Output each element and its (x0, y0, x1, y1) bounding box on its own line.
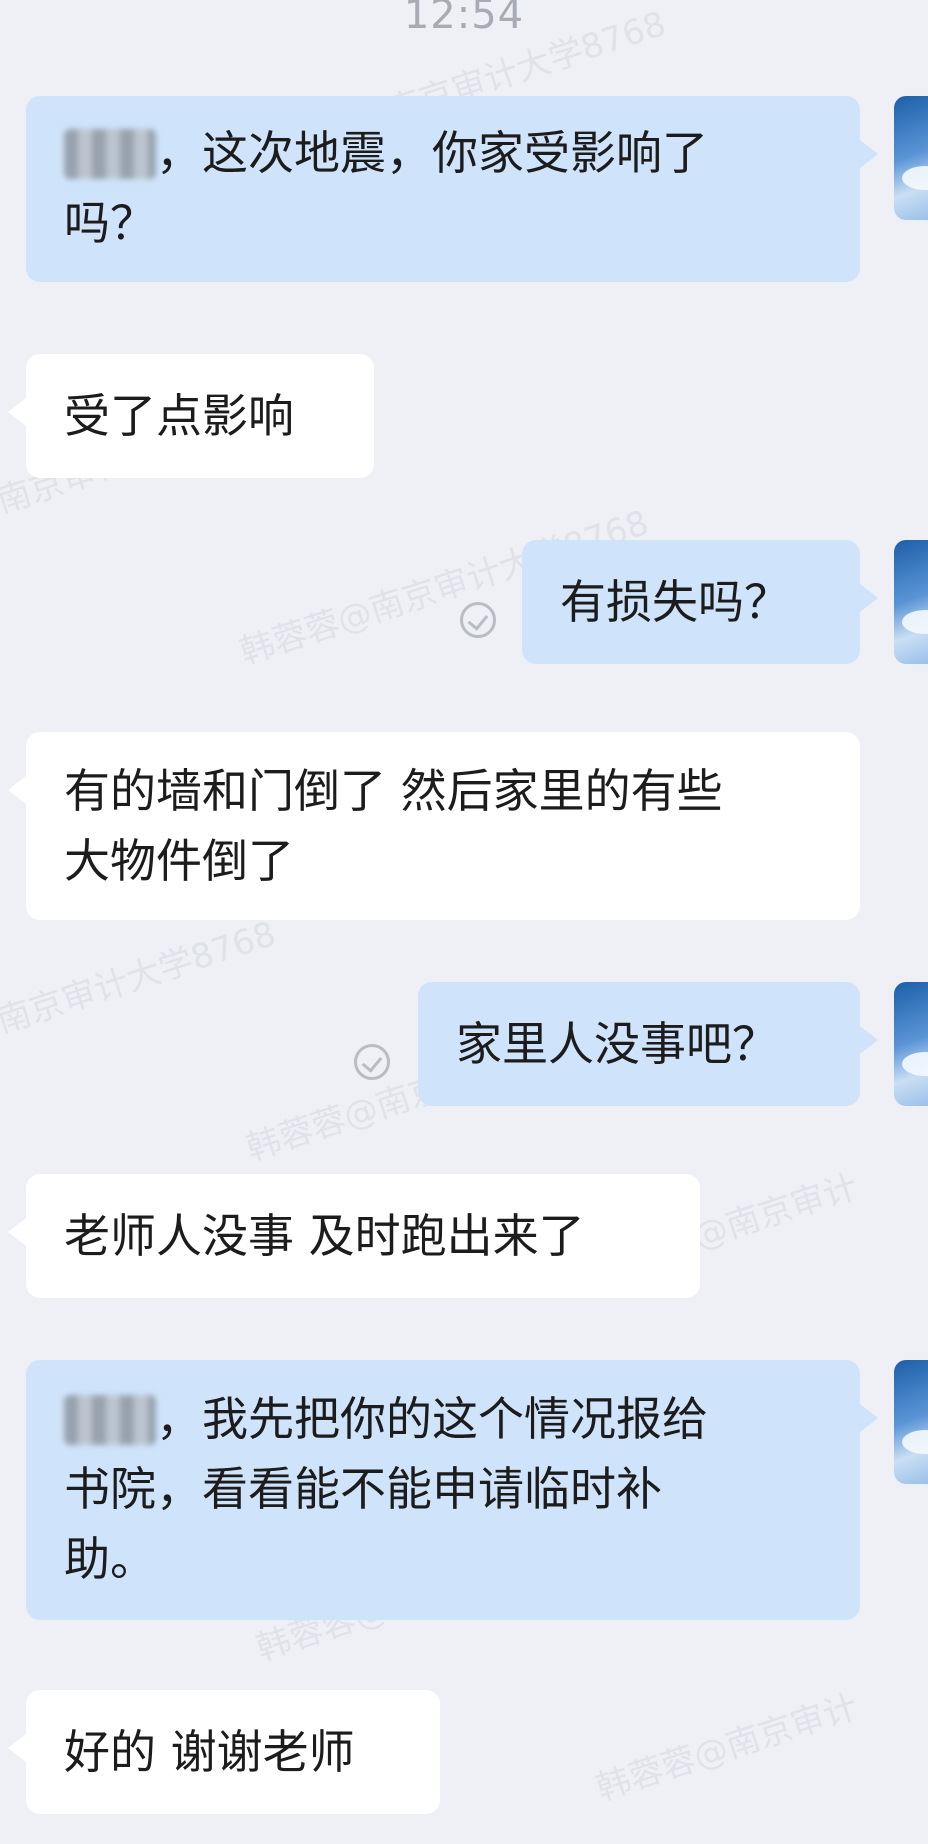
message-line: 老师人没事 及时跑出来了 (64, 1209, 585, 1263)
avatar[interactable] (894, 540, 928, 664)
watermark: 南京审计大学8768 (0, 913, 281, 1042)
check-circle-icon (460, 602, 496, 638)
message-time: 12:54 (403, 0, 525, 38)
message-line: 书院，看看能不能申请临时补 (64, 1462, 662, 1516)
outgoing-message[interactable]: ，我先把你的这个情况报给 书院，看看能不能申请临时补 助。 (26, 1360, 878, 1620)
chat-screen: 南京审计大学8768 南京审计大学8768 韩蓉蓉@南京审计大学8768 南京审… (0, 0, 928, 1844)
incoming-message[interactable]: 有的墙和门倒了 然后家里的有些 大物件倒了 (8, 732, 860, 920)
message-line: ，我先把你的这个情况报给 (64, 1384, 822, 1454)
message-line: 助。 (64, 1532, 156, 1586)
message-line: 受了点影响 (64, 389, 294, 443)
redacted-name (64, 1394, 156, 1445)
message-line: ，这次地震，你家受影响了 (64, 118, 822, 188)
redacted-name (64, 128, 156, 179)
avatar[interactable] (894, 982, 928, 1106)
message-line: 好的 谢谢老师 (64, 1725, 355, 1779)
incoming-message[interactable]: 受了点影响 (8, 354, 374, 478)
message-line: 大物件倒了 (64, 834, 294, 888)
watermark: 韩蓉蓉@南京审计 (591, 1686, 863, 1809)
check-circle-icon (354, 1044, 390, 1080)
outgoing-message[interactable]: ，这次地震，你家受影响了 吗？ (26, 96, 878, 282)
incoming-message[interactable]: 老师人没事 及时跑出来了 (8, 1174, 700, 1298)
message-line: 有的墙和门倒了 然后家里的有些 (64, 764, 723, 818)
outgoing-message[interactable]: 有损失吗？ (522, 540, 878, 664)
message-line: 有损失吗？ (560, 575, 790, 629)
incoming-message[interactable]: 好的 谢谢老师 (8, 1690, 440, 1814)
avatar[interactable] (894, 96, 928, 220)
outgoing-message[interactable]: 家里人没事吧？ (418, 982, 878, 1106)
message-line: 家里人没事吧？ (456, 1017, 778, 1071)
avatar[interactable] (894, 1360, 928, 1484)
message-line: 吗？ (64, 196, 156, 250)
